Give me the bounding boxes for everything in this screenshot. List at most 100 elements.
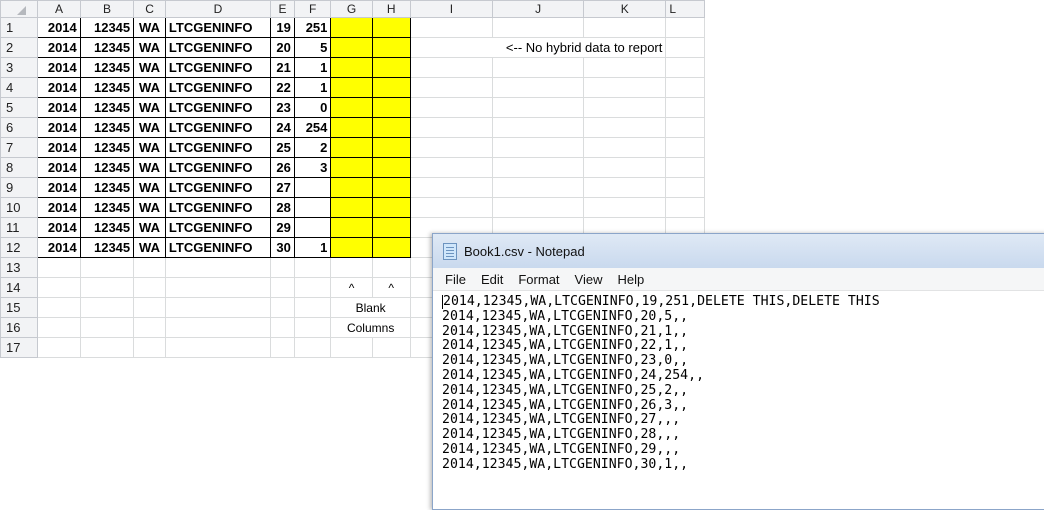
highlighted-blank-cell-g[interactable] — [330, 177, 373, 198]
row-header[interactable]: 11 — [0, 217, 39, 238]
cell-c[interactable]: WA — [133, 57, 166, 78]
cell-empty[interactable] — [583, 17, 667, 38]
cell-empty[interactable] — [37, 257, 81, 278]
highlighted-blank-cell-h[interactable] — [371, 177, 411, 198]
cell-d[interactable]: LTCGENINFO — [164, 197, 272, 218]
cell-f[interactable]: 0 — [293, 97, 332, 118]
cell-empty[interactable] — [79, 337, 135, 358]
cell-empty[interactable] — [492, 157, 585, 178]
cell-b[interactable]: 12345 — [79, 57, 135, 78]
column-header-j[interactable]: J — [492, 0, 585, 18]
cell-empty[interactable] — [583, 137, 667, 158]
cell-d[interactable]: LTCGENINFO — [164, 37, 272, 58]
cell-empty[interactable] — [270, 277, 295, 298]
cell-empty[interactable] — [492, 137, 585, 158]
row-header[interactable]: 8 — [0, 157, 39, 178]
menu-edit[interactable]: Edit — [481, 272, 503, 287]
menu-help[interactable]: Help — [617, 272, 644, 287]
cell-a[interactable]: 2014 — [37, 237, 81, 258]
cell-empty[interactable] — [583, 77, 667, 98]
highlighted-blank-cell-h[interactable] — [371, 117, 411, 138]
cell-c[interactable]: WA — [133, 197, 166, 218]
row-header[interactable]: 1 — [0, 17, 39, 38]
cell-f[interactable]: 1 — [293, 237, 332, 258]
row-header[interactable]: 2 — [0, 37, 39, 58]
cell-c[interactable]: WA — [133, 17, 166, 38]
cell-c[interactable]: WA — [133, 37, 166, 58]
cell-empty[interactable] — [583, 197, 667, 218]
cell-c[interactable]: WA — [133, 97, 166, 118]
cell-c[interactable]: WA — [133, 137, 166, 158]
cell-e[interactable]: 30 — [270, 237, 295, 258]
cell-empty[interactable] — [665, 97, 705, 118]
cell-e[interactable]: 26 — [270, 157, 295, 178]
cell-empty[interactable] — [79, 257, 135, 278]
cell-empty[interactable] — [409, 57, 494, 78]
cell-a[interactable]: 2014 — [37, 137, 81, 158]
highlighted-blank-cell-g[interactable] — [330, 77, 373, 98]
cell-b[interactable]: 12345 — [79, 157, 135, 178]
cell-empty[interactable] — [665, 117, 705, 138]
cell-f[interactable]: 251 — [293, 17, 332, 38]
cell-empty[interactable] — [133, 337, 166, 358]
row-header[interactable]: 5 — [0, 97, 39, 118]
cell-empty[interactable] — [37, 317, 81, 338]
cell-empty[interactable] — [293, 277, 332, 298]
cell-empty[interactable] — [409, 17, 494, 38]
cell-a[interactable]: 2014 — [37, 57, 81, 78]
highlighted-blank-cell-h[interactable] — [371, 97, 411, 118]
column-header-i[interactable]: I — [409, 0, 494, 18]
cell-empty[interactable] — [164, 337, 272, 358]
cell-a[interactable]: 2014 — [37, 37, 81, 58]
highlighted-blank-cell-g[interactable] — [330, 117, 373, 138]
row-header[interactable]: 12 — [0, 237, 39, 258]
cell-empty[interactable] — [37, 277, 81, 298]
menu-file[interactable]: File — [445, 272, 466, 287]
row-header[interactable]: 13 — [0, 257, 39, 278]
cell-empty[interactable] — [133, 297, 166, 318]
cell-a[interactable]: 2014 — [37, 217, 81, 238]
highlighted-blank-cell-g[interactable] — [330, 197, 373, 218]
cell-empty[interactable] — [164, 257, 272, 278]
cell-f[interactable]: 254 — [293, 117, 332, 138]
cell-empty[interactable] — [583, 117, 667, 138]
cell-empty[interactable] — [37, 297, 81, 318]
cell-empty[interactable] — [665, 197, 705, 218]
cell-empty[interactable] — [330, 337, 373, 358]
select-all-corner[interactable] — [0, 0, 39, 18]
cell-empty[interactable] — [371, 257, 411, 278]
cell-empty[interactable] — [293, 337, 332, 358]
cell-b[interactable]: 12345 — [79, 97, 135, 118]
caret-mark[interactable]: ^ — [330, 277, 373, 298]
cell-b[interactable]: 12345 — [79, 177, 135, 198]
cell-empty[interactable] — [409, 197, 494, 218]
column-header-g[interactable]: G — [330, 0, 373, 18]
row-header[interactable]: 4 — [0, 77, 39, 98]
blank-caption[interactable]: Blank — [330, 297, 411, 318]
cell-empty[interactable] — [583, 57, 667, 78]
cell-f[interactable]: 1 — [293, 77, 332, 98]
cell-d[interactable]: LTCGENINFO — [164, 17, 272, 38]
cell-e[interactable]: 21 — [270, 57, 295, 78]
cell-empty[interactable] — [371, 337, 411, 358]
cell-b[interactable]: 12345 — [79, 237, 135, 258]
highlighted-blank-cell-h[interactable] — [371, 197, 411, 218]
row-header[interactable]: 9 — [0, 177, 39, 198]
cell-d[interactable]: LTCGENINFO — [164, 77, 272, 98]
highlighted-blank-cell-h[interactable] — [371, 57, 411, 78]
row-header[interactable]: 3 — [0, 57, 39, 78]
cell-d[interactable]: LTCGENINFO — [164, 217, 272, 238]
cell-empty[interactable] — [492, 197, 585, 218]
cell-empty[interactable] — [293, 297, 332, 318]
highlighted-blank-cell-h[interactable] — [371, 77, 411, 98]
notepad-text-area[interactable]: 2014,12345,WA,LTCGENINFO,19,251,DELETE T… — [433, 291, 1044, 473]
column-header-a[interactable]: A — [37, 0, 81, 18]
cell-b[interactable]: 12345 — [79, 197, 135, 218]
highlighted-blank-cell-h[interactable] — [371, 157, 411, 178]
column-header-c[interactable]: C — [133, 0, 166, 18]
cell-a[interactable]: 2014 — [37, 197, 81, 218]
cell-d[interactable]: LTCGENINFO — [164, 137, 272, 158]
caret-mark[interactable]: ^ — [371, 277, 411, 298]
cell-e[interactable]: 28 — [270, 197, 295, 218]
cell-empty[interactable] — [665, 37, 705, 58]
